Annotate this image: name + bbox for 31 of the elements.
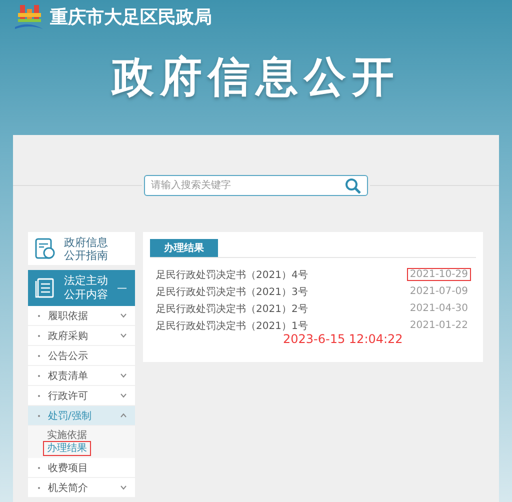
sidebar-item[interactable]: 机关简介 bbox=[28, 478, 135, 498]
document-link[interactable]: 足民行政处罚决定书（2021）4号 bbox=[156, 268, 308, 282]
sidebar-subitem[interactable]: 办理结果 bbox=[44, 442, 90, 455]
logo-icon bbox=[14, 3, 44, 31]
date-text: 2021-07-09 bbox=[408, 286, 469, 297]
date-text: 2021-01-22 bbox=[408, 320, 469, 331]
chevron-down-icon bbox=[120, 373, 127, 378]
sidebar-item[interactable]: 公告公示 bbox=[28, 346, 135, 366]
sidebar-item[interactable]: 政府采购 bbox=[28, 326, 135, 346]
timestamp-annotation: 2023-6-15 12:04:22 bbox=[283, 332, 403, 346]
banner-title: 政府信息公开 bbox=[112, 51, 400, 103]
date-text: 2021-04-30 bbox=[408, 303, 469, 314]
sidebar-subitem[interactable]: 实施依据 bbox=[44, 429, 90, 442]
sidebar-item[interactable]: 履职依据 bbox=[28, 306, 135, 326]
chevron-up-icon bbox=[120, 413, 127, 418]
list-icon bbox=[34, 277, 56, 299]
chevron-down-icon bbox=[120, 393, 127, 398]
guide-link[interactable]: 政府信息 公开指南 bbox=[28, 232, 135, 265]
sidebar-item[interactable]: 权责清单 bbox=[28, 366, 135, 386]
date-text: 2021-10-29 bbox=[408, 269, 470, 280]
sidebar-item[interactable]: 收费项目 bbox=[28, 458, 135, 478]
document-icon bbox=[34, 238, 56, 260]
chevron-down-icon bbox=[120, 485, 127, 490]
chevron-down-icon bbox=[120, 333, 127, 338]
document-link[interactable]: 足民行政处罚决定书（2021）2号 bbox=[156, 302, 308, 316]
search-icon[interactable] bbox=[345, 178, 361, 194]
chevron-down-icon bbox=[120, 313, 127, 318]
tab[interactable]: 办理结果 bbox=[150, 239, 218, 257]
document-link[interactable]: 足民行政处罚决定书（2021）1号 bbox=[156, 318, 308, 332]
document-link[interactable]: 足民行政处罚决定书（2021）3号 bbox=[156, 284, 308, 298]
site-title: 重庆市大足区民政局 bbox=[50, 6, 212, 29]
